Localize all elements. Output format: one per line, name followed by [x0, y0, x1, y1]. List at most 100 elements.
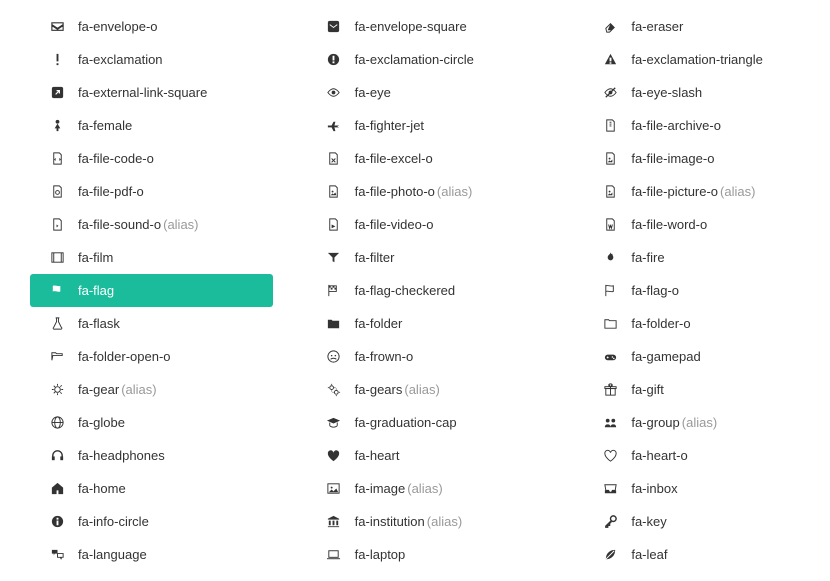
- icon-label: fa-folder: [355, 316, 403, 331]
- icon-item-fa-fire[interactable]: fa-fire: [583, 241, 826, 274]
- icon-label: fa-folder-o: [631, 316, 690, 331]
- icon-label: fa-eraser: [631, 19, 683, 34]
- icon-label: fa-gift: [631, 382, 664, 397]
- icon-item-fa-gift[interactable]: fa-gift: [583, 373, 826, 406]
- icon-item-fa-file-sound-o[interactable]: fa-file-sound-o (alias): [30, 208, 273, 241]
- institution-icon: [325, 513, 343, 531]
- icon-item-fa-file-word-o[interactable]: fa-file-word-o: [583, 208, 826, 241]
- icon-label: fa-file-video-o: [355, 217, 434, 232]
- icon-item-fa-exclamation-circle[interactable]: fa-exclamation-circle: [307, 43, 550, 76]
- alias-tag: (alias): [682, 415, 717, 430]
- icon-item-fa-envelope-o[interactable]: fa-envelope-o: [30, 10, 273, 43]
- gears-icon: [325, 381, 343, 399]
- icon-label: fa-headphones: [78, 448, 165, 463]
- icon-label: fa-graduation-cap: [355, 415, 457, 430]
- icon-item-fa-image[interactable]: fa-image (alias): [307, 472, 550, 505]
- icon-item-fa-info-circle[interactable]: fa-info-circle: [30, 505, 273, 538]
- icon-item-fa-external-link-square[interactable]: fa-external-link-square: [30, 76, 273, 109]
- gear-icon: [48, 381, 66, 399]
- icon-item-fa-flask[interactable]: fa-flask: [30, 307, 273, 340]
- headphones-icon: [48, 447, 66, 465]
- icon-label: fa-info-circle: [78, 514, 149, 529]
- icon-label: fa-heart: [355, 448, 400, 463]
- icon-item-fa-flag[interactable]: fa-flag: [30, 274, 273, 307]
- icon-item-fa-frown-o[interactable]: fa-frown-o: [307, 340, 550, 373]
- folder-open-o-icon: [48, 348, 66, 366]
- icon-item-fa-gamepad[interactable]: fa-gamepad: [583, 340, 826, 373]
- heart-icon: [325, 447, 343, 465]
- flag-icon: [48, 282, 66, 300]
- icon-label: fa-gears: [355, 382, 403, 397]
- icon-label: fa-leaf: [631, 547, 667, 562]
- female-icon: [48, 117, 66, 135]
- icon-item-fa-flag-checkered[interactable]: fa-flag-checkered: [307, 274, 550, 307]
- home-icon: [48, 480, 66, 498]
- icon-item-fa-eye[interactable]: fa-eye: [307, 76, 550, 109]
- alias-tag: (alias): [437, 184, 472, 199]
- file-image-o-icon: [601, 150, 619, 168]
- file-pdf-o-icon: [48, 183, 66, 201]
- icon-item-fa-file-archive-o[interactable]: fa-file-archive-o: [583, 109, 826, 142]
- icon-item-fa-home[interactable]: fa-home: [30, 472, 273, 505]
- icon-label: fa-folder-open-o: [78, 349, 171, 364]
- icon-item-fa-institution[interactable]: fa-institution (alias): [307, 505, 550, 538]
- icon-item-fa-female[interactable]: fa-female: [30, 109, 273, 142]
- icon-item-fa-heart-o[interactable]: fa-heart-o: [583, 439, 826, 472]
- icon-item-fa-eraser[interactable]: fa-eraser: [583, 10, 826, 43]
- icon-item-fa-envelope-square[interactable]: fa-envelope-square: [307, 10, 550, 43]
- icon-item-fa-file-excel-o[interactable]: fa-file-excel-o: [307, 142, 550, 175]
- icon-label: fa-external-link-square: [78, 85, 207, 100]
- group-icon: [601, 414, 619, 432]
- icon-label: fa-file-excel-o: [355, 151, 433, 166]
- icon-item-fa-group[interactable]: fa-group (alias): [583, 406, 826, 439]
- alias-tag: (alias): [407, 481, 442, 496]
- icon-item-fa-folder-open-o[interactable]: fa-folder-open-o: [30, 340, 273, 373]
- icon-label: fa-fighter-jet: [355, 118, 424, 133]
- icon-item-fa-file-image-o[interactable]: fa-file-image-o: [583, 142, 826, 175]
- icon-label: fa-image: [355, 481, 406, 496]
- icon-item-fa-folder-o[interactable]: fa-folder-o: [583, 307, 826, 340]
- icon-item-fa-file-picture-o[interactable]: fa-file-picture-o (alias): [583, 175, 826, 208]
- icon-label: fa-flag: [78, 283, 114, 298]
- alias-tag: (alias): [404, 382, 439, 397]
- icon-item-fa-film[interactable]: fa-film: [30, 241, 273, 274]
- icon-item-fa-file-photo-o[interactable]: fa-file-photo-o (alias): [307, 175, 550, 208]
- icon-item-fa-flag-o[interactable]: fa-flag-o: [583, 274, 826, 307]
- flag-o-icon: [601, 282, 619, 300]
- info-circle-icon: [48, 513, 66, 531]
- icon-item-fa-exclamation[interactable]: fa-exclamation: [30, 43, 273, 76]
- leaf-icon: [601, 546, 619, 564]
- icon-item-fa-file-code-o[interactable]: fa-file-code-o: [30, 142, 273, 175]
- key-icon: [601, 513, 619, 531]
- file-code-o-icon: [48, 150, 66, 168]
- icon-item-fa-file-pdf-o[interactable]: fa-file-pdf-o: [30, 175, 273, 208]
- icon-item-fa-eye-slash[interactable]: fa-eye-slash: [583, 76, 826, 109]
- alias-tag: (alias): [720, 184, 755, 199]
- file-archive-o-icon: [601, 117, 619, 135]
- icon-item-fa-inbox[interactable]: fa-inbox: [583, 472, 826, 505]
- icon-label: fa-eye-slash: [631, 85, 702, 100]
- icon-item-fa-gear[interactable]: fa-gear (alias): [30, 373, 273, 406]
- icon-label: fa-heart-o: [631, 448, 687, 463]
- icon-item-fa-graduation-cap[interactable]: fa-graduation-cap: [307, 406, 550, 439]
- icon-item-fa-heart[interactable]: fa-heart: [307, 439, 550, 472]
- icon-label: fa-eye: [355, 85, 391, 100]
- icon-item-fa-exclamation-triangle[interactable]: fa-exclamation-triangle: [583, 43, 826, 76]
- icon-label: fa-file-pdf-o: [78, 184, 144, 199]
- icon-item-fa-folder[interactable]: fa-folder: [307, 307, 550, 340]
- gift-icon: [601, 381, 619, 399]
- icon-item-fa-filter[interactable]: fa-filter: [307, 241, 550, 274]
- icon-item-fa-globe[interactable]: fa-globe: [30, 406, 273, 439]
- icon-item-fa-fighter-jet[interactable]: fa-fighter-jet: [307, 109, 550, 142]
- file-photo-o-icon: [325, 183, 343, 201]
- icon-item-fa-file-video-o[interactable]: fa-file-video-o: [307, 208, 550, 241]
- icon-item-fa-gears[interactable]: fa-gears (alias): [307, 373, 550, 406]
- icon-label: fa-language: [78, 547, 147, 562]
- icon-label: fa-film: [78, 250, 113, 265]
- icon-label: fa-exclamation-triangle: [631, 52, 763, 67]
- icon-item-fa-headphones[interactable]: fa-headphones: [30, 439, 273, 472]
- flask-icon: [48, 315, 66, 333]
- folder-icon: [325, 315, 343, 333]
- icon-item-fa-key[interactable]: fa-key: [583, 505, 826, 538]
- icon-label: fa-flask: [78, 316, 120, 331]
